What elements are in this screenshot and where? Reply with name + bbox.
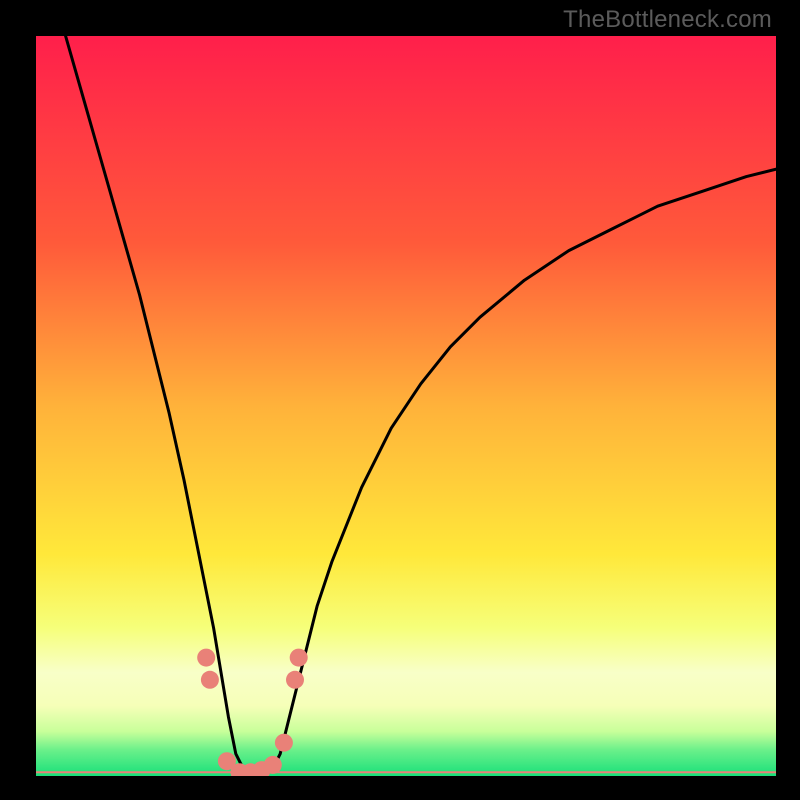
curve-marker	[197, 649, 215, 667]
curve-layer	[36, 36, 776, 776]
curve-marker	[275, 734, 293, 752]
chart-frame: TheBottleneck.com	[0, 0, 800, 800]
curve-marker	[290, 649, 308, 667]
curve-marker	[264, 756, 282, 774]
plot-area	[36, 36, 776, 776]
curve-marker	[286, 671, 304, 689]
bottleneck-curve	[66, 36, 776, 776]
curve-marker	[201, 671, 219, 689]
watermark-label: TheBottleneck.com	[563, 6, 772, 34]
